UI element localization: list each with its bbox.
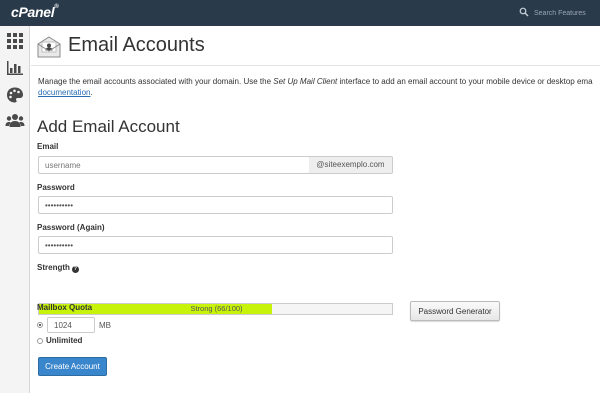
cpanel-logo[interactable]: cPanel® xyxy=(11,4,59,20)
email-label: Email xyxy=(37,142,59,151)
strength-label: Strength xyxy=(37,263,70,272)
sidebar xyxy=(0,26,30,393)
setup-mail-client-ref: Set Up Mail Client xyxy=(273,77,338,86)
info-icon[interactable]: ? xyxy=(71,266,79,273)
quota-unit: MB xyxy=(99,321,111,330)
page-header: Email Accounts xyxy=(31,26,600,66)
password-label: Password xyxy=(37,183,75,192)
strength-meter-text: Strong (66/100) xyxy=(190,304,243,313)
password-again-field[interactable] xyxy=(38,236,393,254)
create-account-button[interactable]: Create Account xyxy=(38,357,107,376)
page-description: Manage the email accounts associated wit… xyxy=(38,77,593,97)
mailbox-quota-label: Mailbox Quota xyxy=(37,303,93,312)
email-username-field[interactable] xyxy=(38,156,310,174)
search-box[interactable] xyxy=(512,6,600,20)
search-icon[interactable] xyxy=(519,7,529,17)
page-title: Email Accounts xyxy=(68,34,205,56)
quota-input[interactable] xyxy=(47,317,95,333)
quota-limited-radio[interactable] xyxy=(37,322,43,328)
unlimited-label[interactable]: Unlimited xyxy=(46,336,82,345)
main-content: Email Accounts Manage the email accounts… xyxy=(31,26,600,393)
section-title: Add Email Account xyxy=(37,117,180,136)
documentation-link[interactable]: documentation xyxy=(38,88,90,97)
password-again-label: Password (Again) xyxy=(37,223,105,232)
stats-icon[interactable] xyxy=(5,59,25,77)
users-icon[interactable] xyxy=(5,112,25,130)
password-field[interactable] xyxy=(38,196,393,214)
email-domain-addon: @siteexemplo.com xyxy=(309,156,393,174)
grid-icon[interactable] xyxy=(5,32,25,50)
strength-label-row: Strength? xyxy=(37,263,79,273)
email-accounts-icon xyxy=(37,36,61,58)
quota-unlimited-radio[interactable] xyxy=(37,338,43,344)
search-input[interactable] xyxy=(534,6,600,20)
top-bar: cPanel® xyxy=(0,0,600,26)
palette-icon[interactable] xyxy=(5,86,25,104)
password-generator-button[interactable]: Password Generator xyxy=(410,301,500,321)
